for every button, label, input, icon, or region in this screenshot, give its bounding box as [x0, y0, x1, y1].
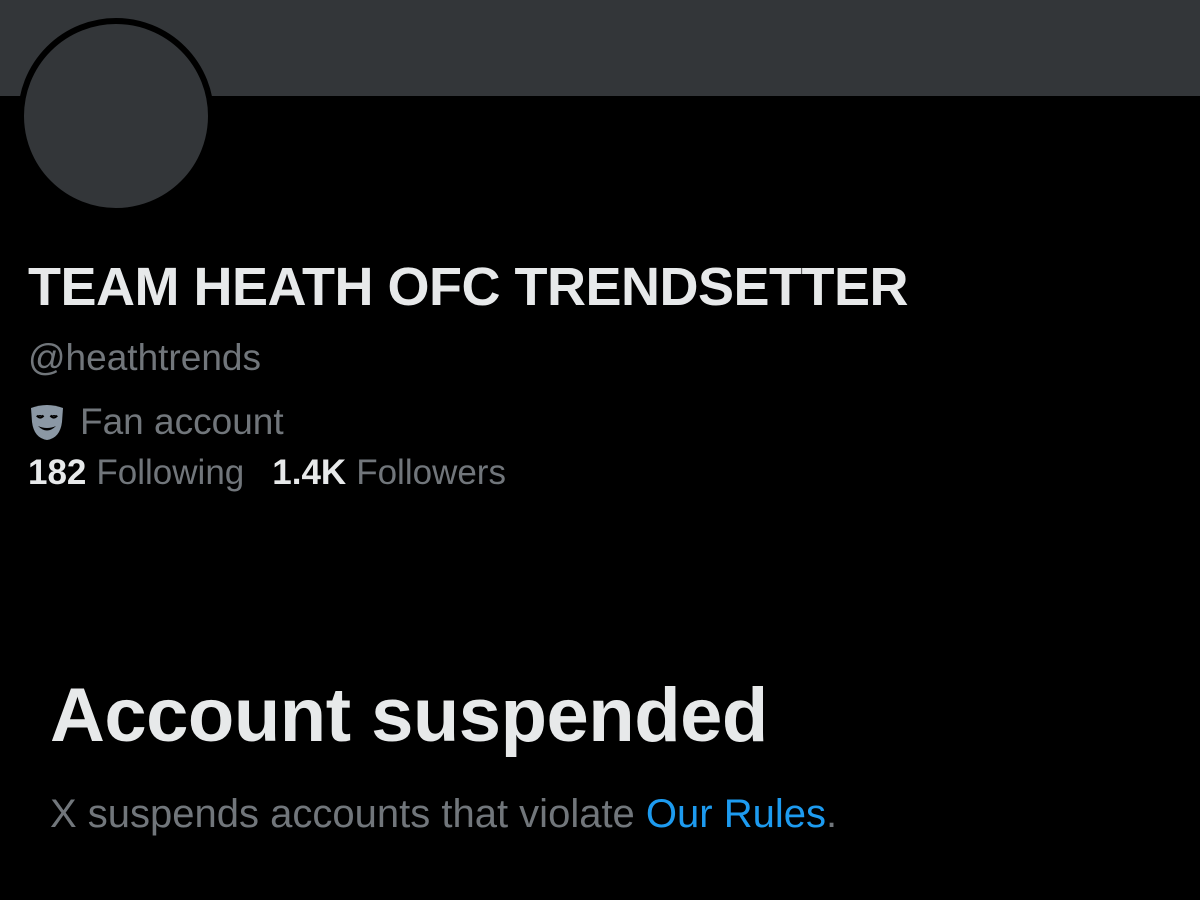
display-name: TEAM HEATH OFC TRENDSETTER — [28, 257, 908, 317]
our-rules-link[interactable]: Our Rules — [646, 792, 826, 836]
follow-stats: 182 Following 1.4K Followers — [28, 452, 534, 494]
profile-category: Fan account — [28, 400, 284, 444]
following-label: Following — [96, 453, 245, 492]
suspension-message-text: X suspends accounts that violate — [50, 792, 646, 836]
suspension-title: Account suspended — [50, 673, 768, 758]
performing-arts-icon — [28, 402, 66, 442]
followers-count: 1.4K — [272, 453, 347, 492]
profile-page: TEAM HEATH OFC TRENDSETTER @heathtrends … — [0, 0, 1200, 900]
following-link[interactable]: 182 Following — [28, 452, 244, 494]
followers-link[interactable]: 1.4K Followers — [272, 452, 506, 494]
avatar — [18, 18, 214, 214]
suspension-message-period: . — [825, 792, 838, 836]
category-label: Fan account — [80, 401, 284, 442]
following-count: 182 — [28, 453, 87, 492]
suspension-message: X suspends accounts that violate Our Rul… — [50, 790, 837, 838]
username-handle: @heathtrends — [28, 337, 261, 378]
followers-label: Followers — [356, 453, 506, 492]
